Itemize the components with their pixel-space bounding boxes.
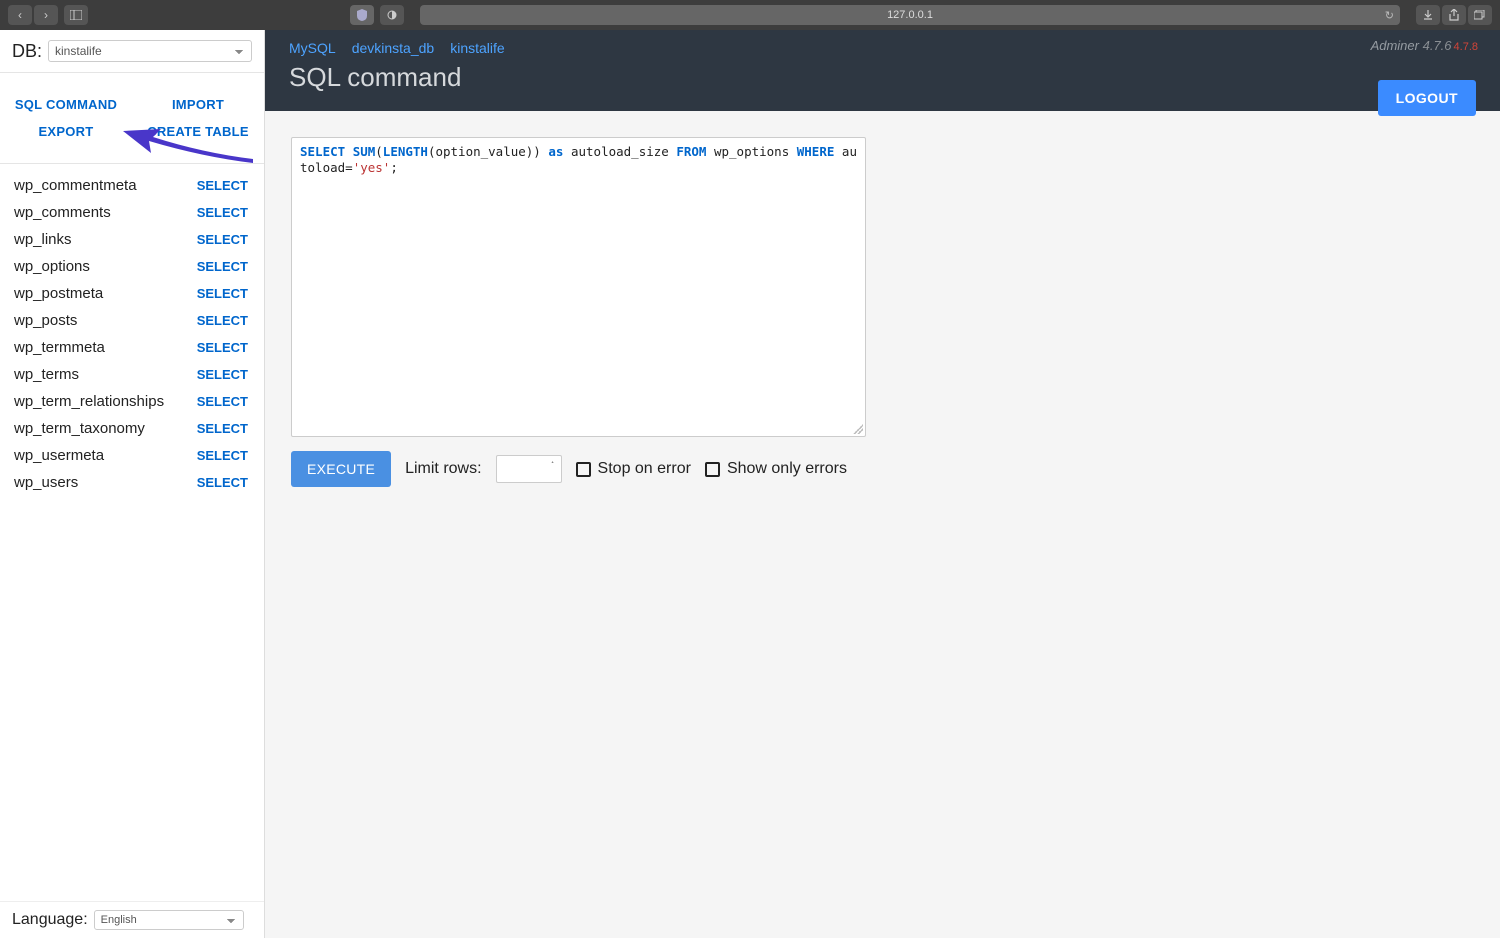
sql-textarea[interactable]: SELECT SUM(LENGTH(option_value)) as auto… <box>291 137 866 437</box>
table-row: wp_term_relationships SELECT <box>0 388 264 415</box>
table-name-link[interactable]: wp_links <box>14 231 72 248</box>
table-name-link[interactable]: wp_commentmeta <box>14 177 137 194</box>
reload-icon[interactable]: ↻ <box>1385 9 1394 22</box>
table-select-link[interactable]: SELECT <box>197 205 248 220</box>
table-name-link[interactable]: wp_options <box>14 258 90 275</box>
table-row: wp_users SELECT <box>0 469 264 496</box>
checkbox-icon <box>576 462 591 477</box>
reader-icon[interactable] <box>380 5 404 25</box>
breadcrumb-schema[interactable]: kinstalife <box>450 40 504 56</box>
breadcrumb: MySQL devkinsta_db kinstalife <box>289 40 1476 56</box>
checkbox-icon <box>705 462 720 477</box>
browser-toolbar: ‹ › 127.0.0.1 ↻ <box>0 0 1500 30</box>
download-icon[interactable] <box>1416 5 1440 25</box>
tabs-icon[interactable] <box>1468 5 1492 25</box>
table-name-link[interactable]: wp_termmeta <box>14 339 105 356</box>
execute-button[interactable]: EXECUTE <box>291 451 391 487</box>
table-select-link[interactable]: SELECT <box>197 367 248 382</box>
table-name-link[interactable]: wp_users <box>14 474 78 491</box>
import-link[interactable]: IMPORT <box>132 91 264 118</box>
tables-list: wp_commentmetaSELECTwp_commentsSELECTwp_… <box>0 164 264 901</box>
brand: Adminer 4.7.64.7.8 <box>1371 38 1478 53</box>
export-link[interactable]: EXPORT <box>0 118 132 145</box>
nav-back-button[interactable]: ‹ <box>8 5 32 25</box>
logout-button[interactable]: LOGOUT <box>1378 80 1476 116</box>
stop-on-error-checkbox[interactable]: Stop on error <box>576 460 691 478</box>
breadcrumb-mysql[interactable]: MySQL <box>289 40 336 56</box>
table-name-link[interactable]: wp_posts <box>14 312 77 329</box>
show-only-errors-checkbox[interactable]: Show only errors <box>705 460 847 478</box>
table-row: wp_commentmeta SELECT <box>0 172 264 199</box>
language-select[interactable]: English <box>94 910 244 930</box>
table-select-link[interactable]: SELECT <box>197 232 248 247</box>
db-select[interactable]: kinstalife <box>48 40 252 62</box>
page-title: SQL command <box>289 62 1476 93</box>
table-select-link[interactable]: SELECT <box>197 448 248 463</box>
table-select-link[interactable]: SELECT <box>197 259 248 274</box>
table-row: wp_term_taxonomy SELECT <box>0 415 264 442</box>
table-select-link[interactable]: SELECT <box>197 340 248 355</box>
limit-rows-input[interactable] <box>496 455 562 483</box>
language-label: Language: <box>12 911 88 929</box>
table-name-link[interactable]: wp_comments <box>14 204 111 221</box>
nav-forward-button[interactable]: › <box>34 5 58 25</box>
table-name-link[interactable]: wp_terms <box>14 366 79 383</box>
shield-icon[interactable] <box>350 5 374 25</box>
share-icon[interactable] <box>1442 5 1466 25</box>
create-table-link[interactable]: CREATE TABLE <box>132 118 264 145</box>
table-name-link[interactable]: wp_postmeta <box>14 285 103 302</box>
sidebar: DB: kinstalife SQL COMMAND IMPORT EXPORT… <box>0 30 265 938</box>
breadcrumb-db[interactable]: devkinsta_db <box>352 40 435 56</box>
url-text: 127.0.0.1 <box>887 9 933 21</box>
table-name-link[interactable]: wp_term_relationships <box>14 393 164 410</box>
table-name-link[interactable]: wp_term_taxonomy <box>14 420 145 437</box>
table-row: wp_terms SELECT <box>0 361 264 388</box>
table-row: wp_usermeta SELECT <box>0 442 264 469</box>
limit-rows-label: Limit rows: <box>405 460 481 478</box>
table-row: wp_posts SELECT <box>0 307 264 334</box>
table-select-link[interactable]: SELECT <box>197 421 248 436</box>
table-select-link[interactable]: SELECT <box>197 394 248 409</box>
main: Adminer 4.7.64.7.8 MySQL devkinsta_db ki… <box>265 30 1500 938</box>
table-row: wp_options SELECT <box>0 253 264 280</box>
table-select-link[interactable]: SELECT <box>197 475 248 490</box>
sql-command-link[interactable]: SQL COMMAND <box>0 91 132 118</box>
db-label: DB: <box>12 41 42 62</box>
url-bar[interactable]: 127.0.0.1 ↻ <box>420 5 1400 25</box>
table-select-link[interactable]: SELECT <box>197 178 248 193</box>
table-row: wp_termmeta SELECT <box>0 334 264 361</box>
sidebar-toggle-icon[interactable] <box>64 5 88 25</box>
table-row: wp_links SELECT <box>0 226 264 253</box>
main-header: Adminer 4.7.64.7.8 MySQL devkinsta_db ki… <box>265 30 1500 111</box>
table-name-link[interactable]: wp_usermeta <box>14 447 104 464</box>
table-select-link[interactable]: SELECT <box>197 286 248 301</box>
table-row: wp_comments SELECT <box>0 199 264 226</box>
table-select-link[interactable]: SELECT <box>197 313 248 328</box>
table-row: wp_postmeta SELECT <box>0 280 264 307</box>
